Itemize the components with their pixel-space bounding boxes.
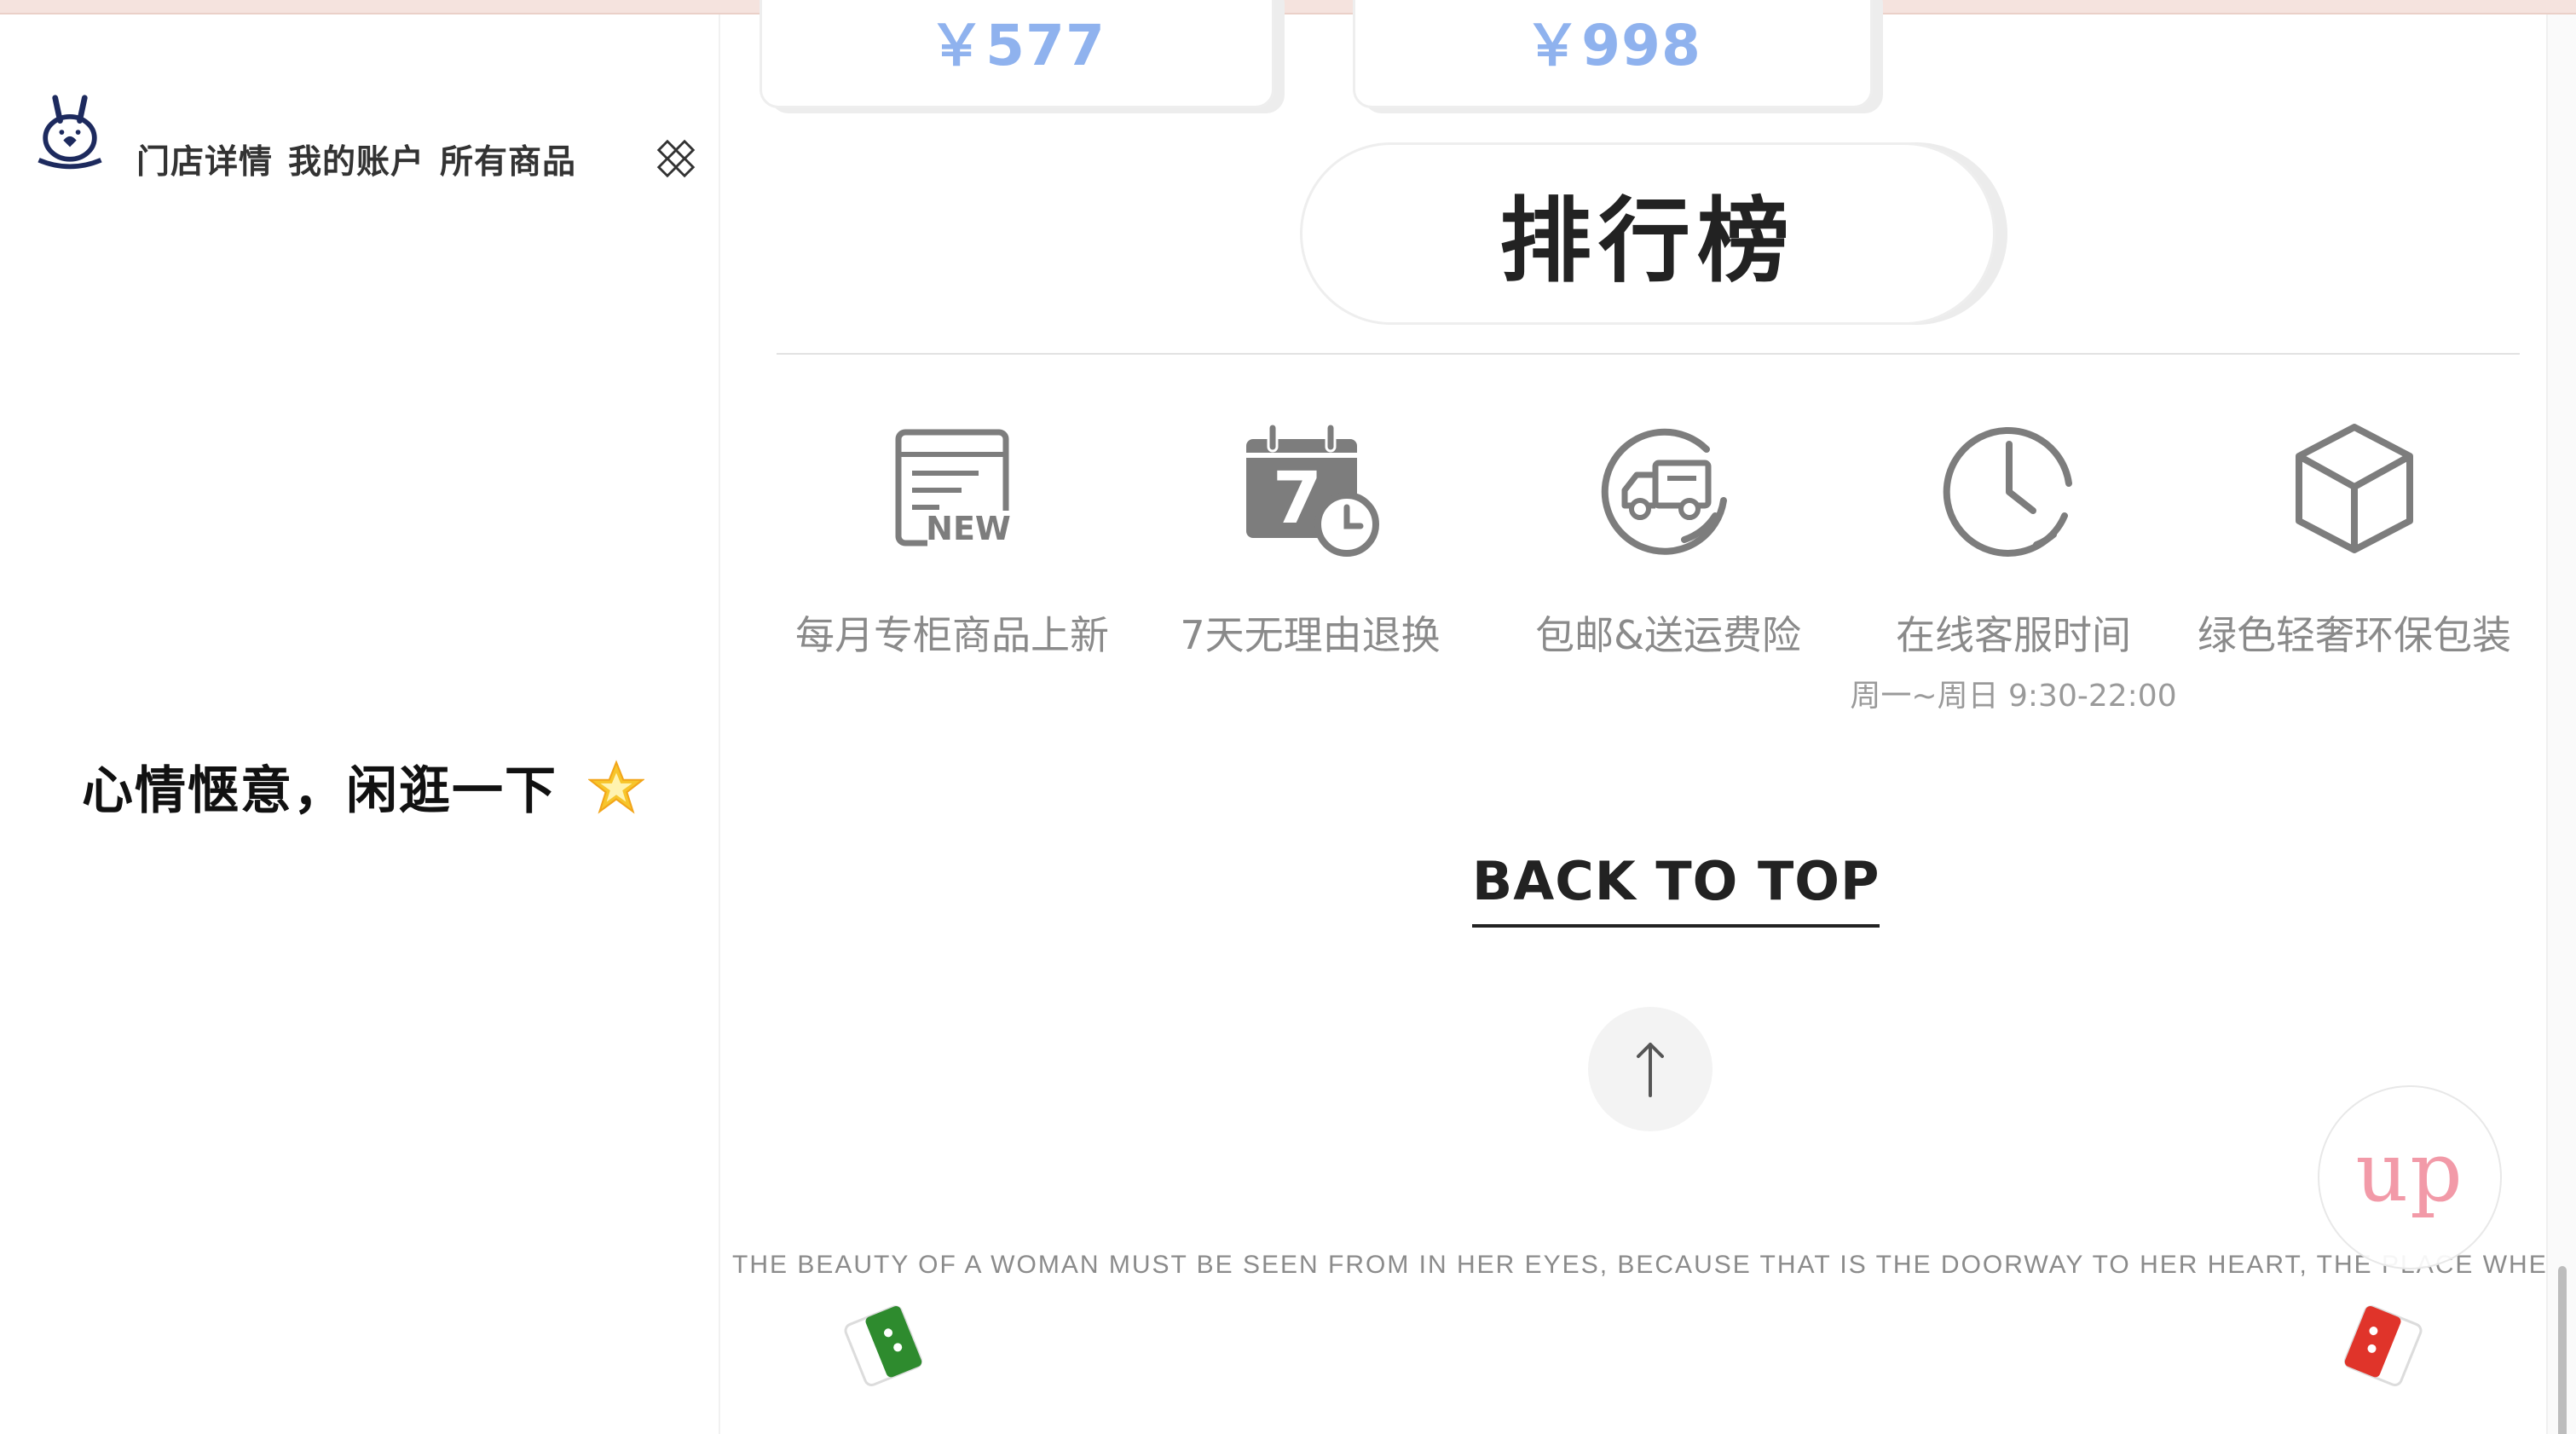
scroll-up-button[interactable] (1588, 1007, 1713, 1131)
product-card[interactable]: ￥998 (1353, 0, 1873, 108)
star-icon (588, 759, 644, 814)
new-icon-text: NEW (926, 510, 1011, 547)
product-card[interactable]: ￥577 (760, 0, 1274, 108)
calendar-7-icon: 7 (1246, 422, 1379, 557)
feature-item: 在线客服时间 周一~周日 9:30-22:00 (1834, 415, 2192, 715)
product-price: ￥998 (1524, 13, 1701, 78)
feature-label: 在线客服时间 (1896, 612, 2131, 658)
mood-text: 心情惬意，闲逛一下 (82, 761, 557, 821)
ranking-title: 排行榜 (1499, 188, 1796, 295)
brand-bunny-logo[interactable] (29, 93, 111, 175)
up-float-button[interactable]: up (2318, 1085, 2502, 1269)
scrollbar-thumb[interactable] (2558, 1266, 2567, 1434)
red-box-character-icon (2343, 1305, 2423, 1386)
puzzle-icon[interactable] (656, 139, 696, 178)
delivery-truck-icon (1601, 428, 1727, 555)
left-sidebar: 门店详情 我的账户 所有商品 心情惬意，闲逛一下 (0, 14, 720, 1434)
nav-all-products[interactable]: 所有商品 (440, 136, 576, 183)
mood-banner: 心情惬意，闲逛一下 (82, 749, 644, 824)
feature-label: 7天无理由退换 (1180, 612, 1441, 658)
ranking-button[interactable]: 排行榜 (1300, 142, 1996, 325)
up-badge-text: up (2355, 1125, 2464, 1220)
feature-label: 包邮&送运费险 (1535, 612, 1801, 658)
feature-label: 每月专柜商品上新 (795, 612, 1109, 658)
nav-store-details[interactable]: 门店详情 (136, 136, 273, 183)
sidebar-nav: 门店详情 我的账户 所有商品 (136, 136, 576, 183)
back-to-top-link[interactable]: BACK TO TOP (1472, 850, 1880, 928)
main-content: ￥577 ￥998 排行榜 NEW 每月专柜商品上新 7 7天无理由退换 包邮&… (722, 0, 2565, 1434)
product-price: ￥577 (928, 13, 1106, 78)
package-box-icon (2296, 424, 2413, 553)
new-document-icon: NEW (895, 429, 1011, 547)
clock-icon (1943, 426, 2072, 557)
service-features: NEW 每月专柜商品上新 7 7天无理由退换 包邮&送运费险 在线客服时间 周一… (773, 415, 2529, 739)
arrow-up-icon (1637, 1043, 1664, 1097)
feature-item: 绿色轻奢环保包装 (2175, 415, 2533, 661)
service-hours: 周一~周日 9:30-22:00 (1850, 679, 2177, 714)
divider (777, 353, 2520, 355)
feature-label: 绿色轻奢环保包装 (2198, 612, 2511, 658)
nav-my-account[interactable]: 我的账户 (288, 136, 425, 183)
feature-item: NEW 每月专柜商品上新 (773, 415, 1131, 661)
feature-item: 7 7天无理由退换 (1131, 415, 1489, 661)
top-bar (0, 0, 2576, 14)
green-box-character-icon (844, 1305, 923, 1386)
vertical-scrollbar[interactable] (2546, 14, 2576, 1434)
feature-item: 包邮&送运费险 (1489, 415, 1847, 661)
scrolling-quote: THE BEAUTY OF A WOMAN MUST BE SEEN FROM … (732, 1251, 2565, 1279)
